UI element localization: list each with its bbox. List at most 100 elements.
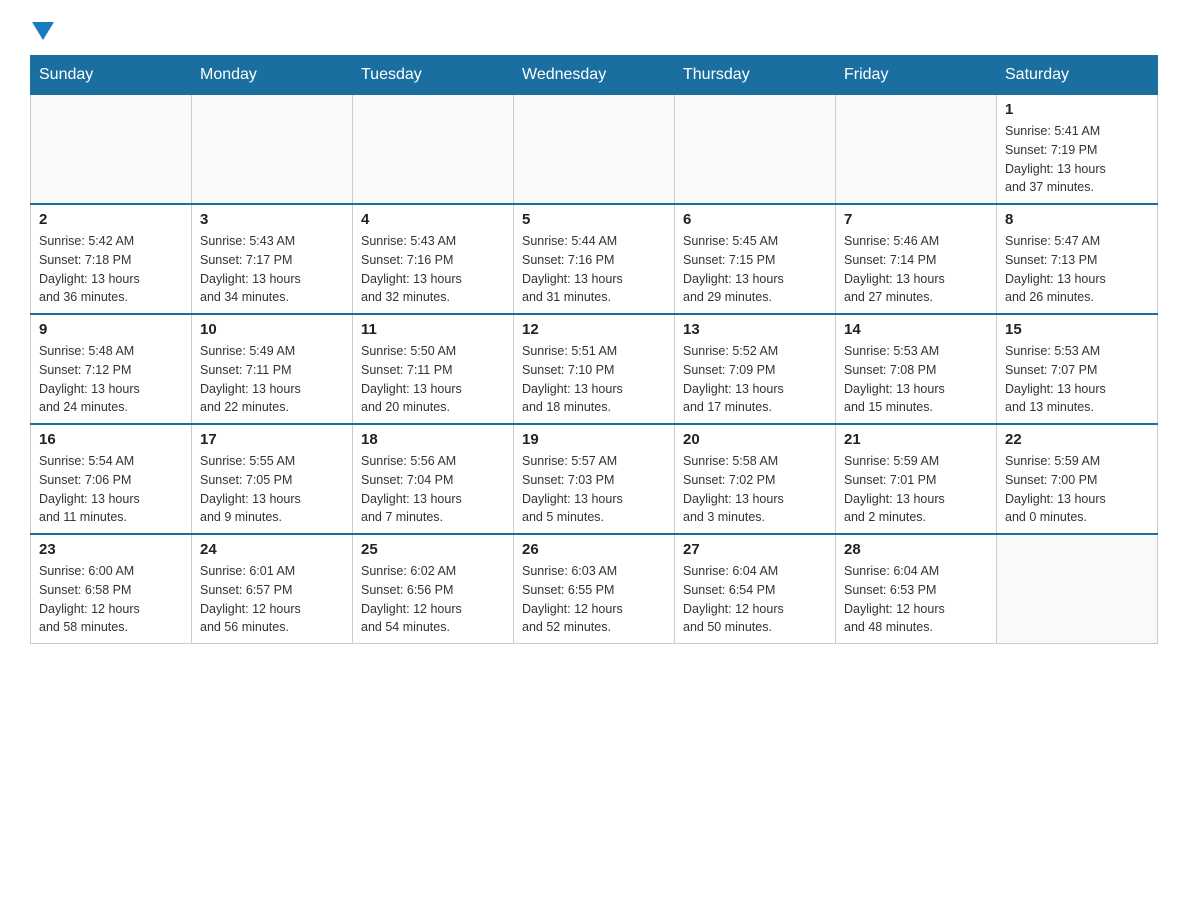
page-header [30, 20, 1158, 45]
day-info: Sunrise: 5:55 AM Sunset: 7:05 PM Dayligh… [200, 452, 344, 527]
day-number: 9 [39, 321, 183, 338]
day-number: 14 [844, 321, 988, 338]
day-info: Sunrise: 5:43 AM Sunset: 7:17 PM Dayligh… [200, 232, 344, 307]
calendar-cell: 8 Sunrise: 5:47 AM Sunset: 7:13 PM Daylig… [997, 204, 1158, 314]
day-number: 13 [683, 321, 827, 338]
day-info: Sunrise: 5:45 AM Sunset: 7:15 PM Dayligh… [683, 232, 827, 307]
calendar-cell: 9 Sunrise: 5:48 AM Sunset: 7:12 PM Daylig… [31, 314, 192, 424]
calendar-table: SundayMondayTuesdayWednesdayThursdayFrid… [30, 55, 1158, 644]
calendar-cell: 18 Sunrise: 5:56 AM Sunset: 7:04 PM Dayli… [353, 424, 514, 534]
logo [30, 20, 54, 45]
calendar-cell [192, 95, 353, 205]
calendar-cell: 27 Sunrise: 6:04 AM Sunset: 6:54 PM Dayli… [675, 534, 836, 644]
calendar-cell: 12 Sunrise: 5:51 AM Sunset: 7:10 PM Dayli… [514, 314, 675, 424]
day-number: 2 [39, 211, 183, 228]
day-info: Sunrise: 5:51 AM Sunset: 7:10 PM Dayligh… [522, 342, 666, 417]
calendar-cell: 1 Sunrise: 5:41 AM Sunset: 7:19 PM Daylig… [997, 95, 1158, 205]
calendar-cell: 22Sunrise: 5:59 AM Sunset: 7:00 PM Dayli… [997, 424, 1158, 534]
calendar-week-row: 16 Sunrise: 5:54 AM Sunset: 7:06 PM Dayli… [31, 424, 1158, 534]
day-number: 12 [522, 321, 666, 338]
calendar-cell: 15 Sunrise: 5:53 AM Sunset: 7:07 PM Dayli… [997, 314, 1158, 424]
logo-arrow-icon [32, 22, 54, 40]
day-number: 1 [1005, 101, 1149, 118]
day-number: 20 [683, 431, 827, 448]
day-info: Sunrise: 6:04 AM Sunset: 6:54 PM Dayligh… [683, 562, 827, 637]
calendar-cell [31, 95, 192, 205]
calendar-cell: 5 Sunrise: 5:44 AM Sunset: 7:16 PM Daylig… [514, 204, 675, 314]
weekday-header-friday: Friday [836, 56, 997, 95]
day-number: 18 [361, 431, 505, 448]
calendar-cell: 14 Sunrise: 5:53 AM Sunset: 7:08 PM Dayli… [836, 314, 997, 424]
calendar-cell: 16 Sunrise: 5:54 AM Sunset: 7:06 PM Dayli… [31, 424, 192, 534]
day-number: 8 [1005, 211, 1149, 228]
day-number: 23 [39, 541, 183, 558]
day-info: Sunrise: 5:43 AM Sunset: 7:16 PM Dayligh… [361, 232, 505, 307]
calendar-cell: 10 Sunrise: 5:49 AM Sunset: 7:11 PM Dayli… [192, 314, 353, 424]
day-info: Sunrise: 6:04 AM Sunset: 6:53 PM Dayligh… [844, 562, 988, 637]
calendar-cell [514, 95, 675, 205]
day-info: Sunrise: 5:49 AM Sunset: 7:11 PM Dayligh… [200, 342, 344, 417]
calendar-week-row: 2 Sunrise: 5:42 AM Sunset: 7:18 PM Daylig… [31, 204, 1158, 314]
calendar-cell: 19 Sunrise: 5:57 AM Sunset: 7:03 PM Dayli… [514, 424, 675, 534]
day-info: Sunrise: 5:41 AM Sunset: 7:19 PM Dayligh… [1005, 122, 1149, 197]
day-number: 15 [1005, 321, 1149, 338]
calendar-cell [997, 534, 1158, 644]
day-number: 24 [200, 541, 344, 558]
calendar-cell [836, 95, 997, 205]
day-info: Sunrise: 5:48 AM Sunset: 7:12 PM Dayligh… [39, 342, 183, 417]
day-info: Sunrise: 5:46 AM Sunset: 7:14 PM Dayligh… [844, 232, 988, 307]
day-number: 27 [683, 541, 827, 558]
calendar-cell: 24 Sunrise: 6:01 AM Sunset: 6:57 PM Dayli… [192, 534, 353, 644]
calendar-cell: 25Sunrise: 6:02 AM Sunset: 6:56 PM Dayli… [353, 534, 514, 644]
calendar-week-row: 9 Sunrise: 5:48 AM Sunset: 7:12 PM Daylig… [31, 314, 1158, 424]
day-info: Sunrise: 5:54 AM Sunset: 7:06 PM Dayligh… [39, 452, 183, 527]
day-number: 19 [522, 431, 666, 448]
day-info: Sunrise: 6:00 AM Sunset: 6:58 PM Dayligh… [39, 562, 183, 637]
weekday-header-wednesday: Wednesday [514, 56, 675, 95]
weekday-header-tuesday: Tuesday [353, 56, 514, 95]
day-info: Sunrise: 5:56 AM Sunset: 7:04 PM Dayligh… [361, 452, 505, 527]
calendar-cell: 23 Sunrise: 6:00 AM Sunset: 6:58 PM Dayli… [31, 534, 192, 644]
weekday-header-thursday: Thursday [675, 56, 836, 95]
calendar-cell: 21 Sunrise: 5:59 AM Sunset: 7:01 PM Dayli… [836, 424, 997, 534]
calendar-cell: 6 Sunrise: 5:45 AM Sunset: 7:15 PM Daylig… [675, 204, 836, 314]
day-number: 5 [522, 211, 666, 228]
weekday-header-sunday: Sunday [31, 56, 192, 95]
calendar-cell: 17Sunrise: 5:55 AM Sunset: 7:05 PM Dayli… [192, 424, 353, 534]
weekday-header-saturday: Saturday [997, 56, 1158, 95]
day-number: 16 [39, 431, 183, 448]
day-info: Sunrise: 5:50 AM Sunset: 7:11 PM Dayligh… [361, 342, 505, 417]
calendar-cell: 4 Sunrise: 5:43 AM Sunset: 7:16 PM Daylig… [353, 204, 514, 314]
calendar-week-row: 1 Sunrise: 5:41 AM Sunset: 7:19 PM Daylig… [31, 95, 1158, 205]
day-info: Sunrise: 5:59 AM Sunset: 7:00 PM Dayligh… [1005, 452, 1149, 527]
day-number: 4 [361, 211, 505, 228]
calendar-cell: 3Sunrise: 5:43 AM Sunset: 7:17 PM Daylig… [192, 204, 353, 314]
day-info: Sunrise: 5:58 AM Sunset: 7:02 PM Dayligh… [683, 452, 827, 527]
calendar-cell [353, 95, 514, 205]
day-number: 7 [844, 211, 988, 228]
day-info: Sunrise: 6:01 AM Sunset: 6:57 PM Dayligh… [200, 562, 344, 637]
day-info: Sunrise: 5:47 AM Sunset: 7:13 PM Dayligh… [1005, 232, 1149, 307]
day-number: 26 [522, 541, 666, 558]
calendar-cell: 20 Sunrise: 5:58 AM Sunset: 7:02 PM Dayli… [675, 424, 836, 534]
weekday-header-monday: Monday [192, 56, 353, 95]
day-number: 28 [844, 541, 988, 558]
day-info: Sunrise: 5:42 AM Sunset: 7:18 PM Dayligh… [39, 232, 183, 307]
day-info: Sunrise: 5:59 AM Sunset: 7:01 PM Dayligh… [844, 452, 988, 527]
calendar-cell: 28 Sunrise: 6:04 AM Sunset: 6:53 PM Dayli… [836, 534, 997, 644]
day-number: 6 [683, 211, 827, 228]
day-info: Sunrise: 5:57 AM Sunset: 7:03 PM Dayligh… [522, 452, 666, 527]
day-number: 10 [200, 321, 344, 338]
calendar-cell: 2 Sunrise: 5:42 AM Sunset: 7:18 PM Daylig… [31, 204, 192, 314]
weekday-header-row: SundayMondayTuesdayWednesdayThursdayFrid… [31, 56, 1158, 95]
calendar-week-row: 23 Sunrise: 6:00 AM Sunset: 6:58 PM Dayli… [31, 534, 1158, 644]
day-info: Sunrise: 5:53 AM Sunset: 7:07 PM Dayligh… [1005, 342, 1149, 417]
day-info: Sunrise: 6:02 AM Sunset: 6:56 PM Dayligh… [361, 562, 505, 637]
day-info: Sunrise: 5:52 AM Sunset: 7:09 PM Dayligh… [683, 342, 827, 417]
day-info: Sunrise: 5:44 AM Sunset: 7:16 PM Dayligh… [522, 232, 666, 307]
day-info: Sunrise: 5:53 AM Sunset: 7:08 PM Dayligh… [844, 342, 988, 417]
calendar-cell: 11 Sunrise: 5:50 AM Sunset: 7:11 PM Dayli… [353, 314, 514, 424]
day-number: 11 [361, 321, 505, 338]
calendar-cell: 7 Sunrise: 5:46 AM Sunset: 7:14 PM Daylig… [836, 204, 997, 314]
day-number: 21 [844, 431, 988, 448]
